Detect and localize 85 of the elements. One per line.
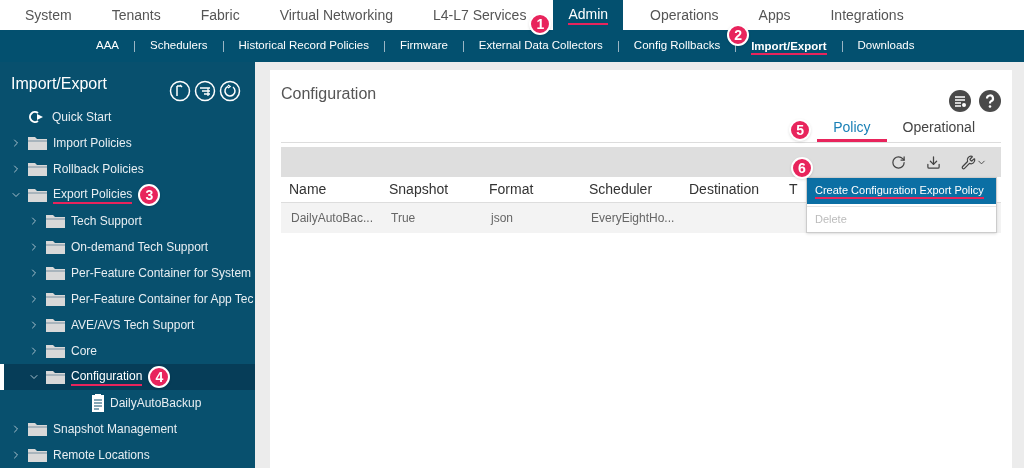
tree-item-label: DailyAutoBackup (110, 395, 202, 412)
sub-nav-link[interactable]: Historical Record Policies (238, 37, 369, 55)
help-icon[interactable] (979, 90, 1001, 112)
tree-item[interactable]: Remote Locations (0, 442, 255, 468)
column-header: Format (489, 180, 535, 199)
tree-item-label: Per-Feature Container for App Tec (71, 291, 254, 308)
tree-item[interactable]: Rollback Policies (0, 156, 255, 182)
tree-item-label: Export Policies (53, 186, 133, 204)
table-cell-text: json (491, 210, 514, 227)
folder-icon (28, 448, 47, 462)
tree-item-label: Quick Start (52, 109, 112, 126)
tree-item[interactable]: DailyAutoBackup (0, 390, 255, 416)
sub-nav-link[interactable]: External Data Collectors (478, 37, 603, 55)
callout-marker: 4 (148, 366, 171, 388)
sub-nav-link[interactable]: Config Rollbacks (633, 37, 721, 55)
menu-item[interactable]: Create Configuration Export Policy (807, 178, 996, 204)
tab[interactable]: Policy (817, 116, 887, 142)
list-view-icon[interactable] (949, 90, 971, 112)
tree-item-label: AVE/AVS Tech Support (71, 317, 195, 334)
callout-marker: 5 (789, 119, 812, 141)
column-header: Snapshot (389, 180, 450, 199)
table-cell-text: True (391, 210, 417, 227)
tools-menu-button[interactable] (961, 154, 987, 170)
tools-icon (961, 154, 976, 170)
tree-item[interactable]: Tech Support (0, 208, 255, 234)
tree-item[interactable]: Snapshot Management (0, 416, 255, 442)
folder-icon (28, 422, 47, 436)
sub-nav-link[interactable]: Schedulers (150, 37, 208, 55)
top-nav-tab[interactable]: L4-L7 Services (433, 4, 527, 26)
folder-icon (46, 292, 65, 306)
tree-item[interactable]: Import Policies (0, 130, 255, 156)
sub-nav-link[interactable]: AAA (96, 37, 119, 55)
callout-marker: 2 (727, 24, 750, 46)
folder-icon (28, 162, 47, 176)
table-cell-text: EveryEightHo... (591, 210, 676, 227)
tree-item[interactable]: AVE/AVS Tech Support (0, 312, 255, 338)
tab[interactable]: Operational (886, 116, 991, 142)
sub-nav-link[interactable]: Downloads (857, 37, 915, 55)
tree-item-label: Snapshot Management (53, 421, 178, 438)
callout-marker: 3 (138, 184, 161, 206)
folder-icon (28, 136, 47, 150)
sidebar-title: Import/Export (11, 74, 108, 94)
refresh-icon[interactable] (891, 154, 906, 170)
top-nav-tab[interactable]: Tenants (111, 4, 161, 26)
column-header: Scheduler (589, 180, 654, 199)
sub-nav-link[interactable]: Import/Export (751, 37, 827, 55)
top-nav-tab[interactable]: Admin (553, 0, 624, 30)
table-cell-text: DailyAutoBac... (291, 210, 375, 227)
folder-icon (46, 240, 65, 254)
folder-icon (28, 188, 47, 202)
column-header: Name (289, 180, 328, 199)
tree-item[interactable]: On-demand Tech Support (0, 234, 255, 260)
folder-icon (46, 214, 65, 228)
document-icon (92, 394, 104, 412)
tree-item[interactable]: Export Policies 3 (0, 182, 255, 208)
top-nav-tab[interactable]: System (25, 4, 72, 26)
download-icon[interactable] (926, 154, 941, 170)
tree-item[interactable]: Quick Start (0, 104, 255, 130)
top-nav-tab[interactable]: Fabric (200, 4, 240, 26)
folder-icon (46, 370, 65, 384)
folder-icon (46, 318, 65, 332)
column-header: Destination (689, 180, 761, 199)
callout-marker: 1 (529, 13, 552, 35)
tree-item-label: Configuration (71, 368, 143, 386)
top-nav-tab[interactable]: Apps (758, 4, 791, 26)
tree-item[interactable]: Configuration 4 (0, 364, 255, 390)
tree-item-label: Core (71, 343, 97, 360)
tree-item[interactable]: Per-Feature Container for System (0, 260, 255, 286)
top-nav-tab[interactable]: Virtual Networking (279, 4, 393, 26)
tree-item-label: Rollback Policies (53, 161, 144, 178)
tree-item-label: Tech Support (71, 213, 142, 230)
tree-item-label: On-demand Tech Support (71, 239, 209, 256)
folder-icon (46, 266, 65, 280)
tree-item[interactable]: Core (0, 338, 255, 364)
sub-nav-link[interactable]: Firmware (399, 37, 448, 55)
folder-icon (46, 344, 65, 358)
tree-item-label: Import Policies (53, 135, 132, 152)
top-nav-tab[interactable]: Integrations (830, 4, 904, 26)
tree-item[interactable]: Per-Feature Container for App Tec (0, 286, 255, 312)
tree-item-label: Per-Feature Container for System (71, 265, 252, 282)
tree-item-label: Remote Locations (53, 447, 150, 464)
panel-title: Configuration (281, 84, 377, 104)
list-icon[interactable] (194, 80, 216, 102)
top-nav-tab[interactable]: Operations (650, 4, 719, 26)
column-header: T (789, 180, 798, 199)
